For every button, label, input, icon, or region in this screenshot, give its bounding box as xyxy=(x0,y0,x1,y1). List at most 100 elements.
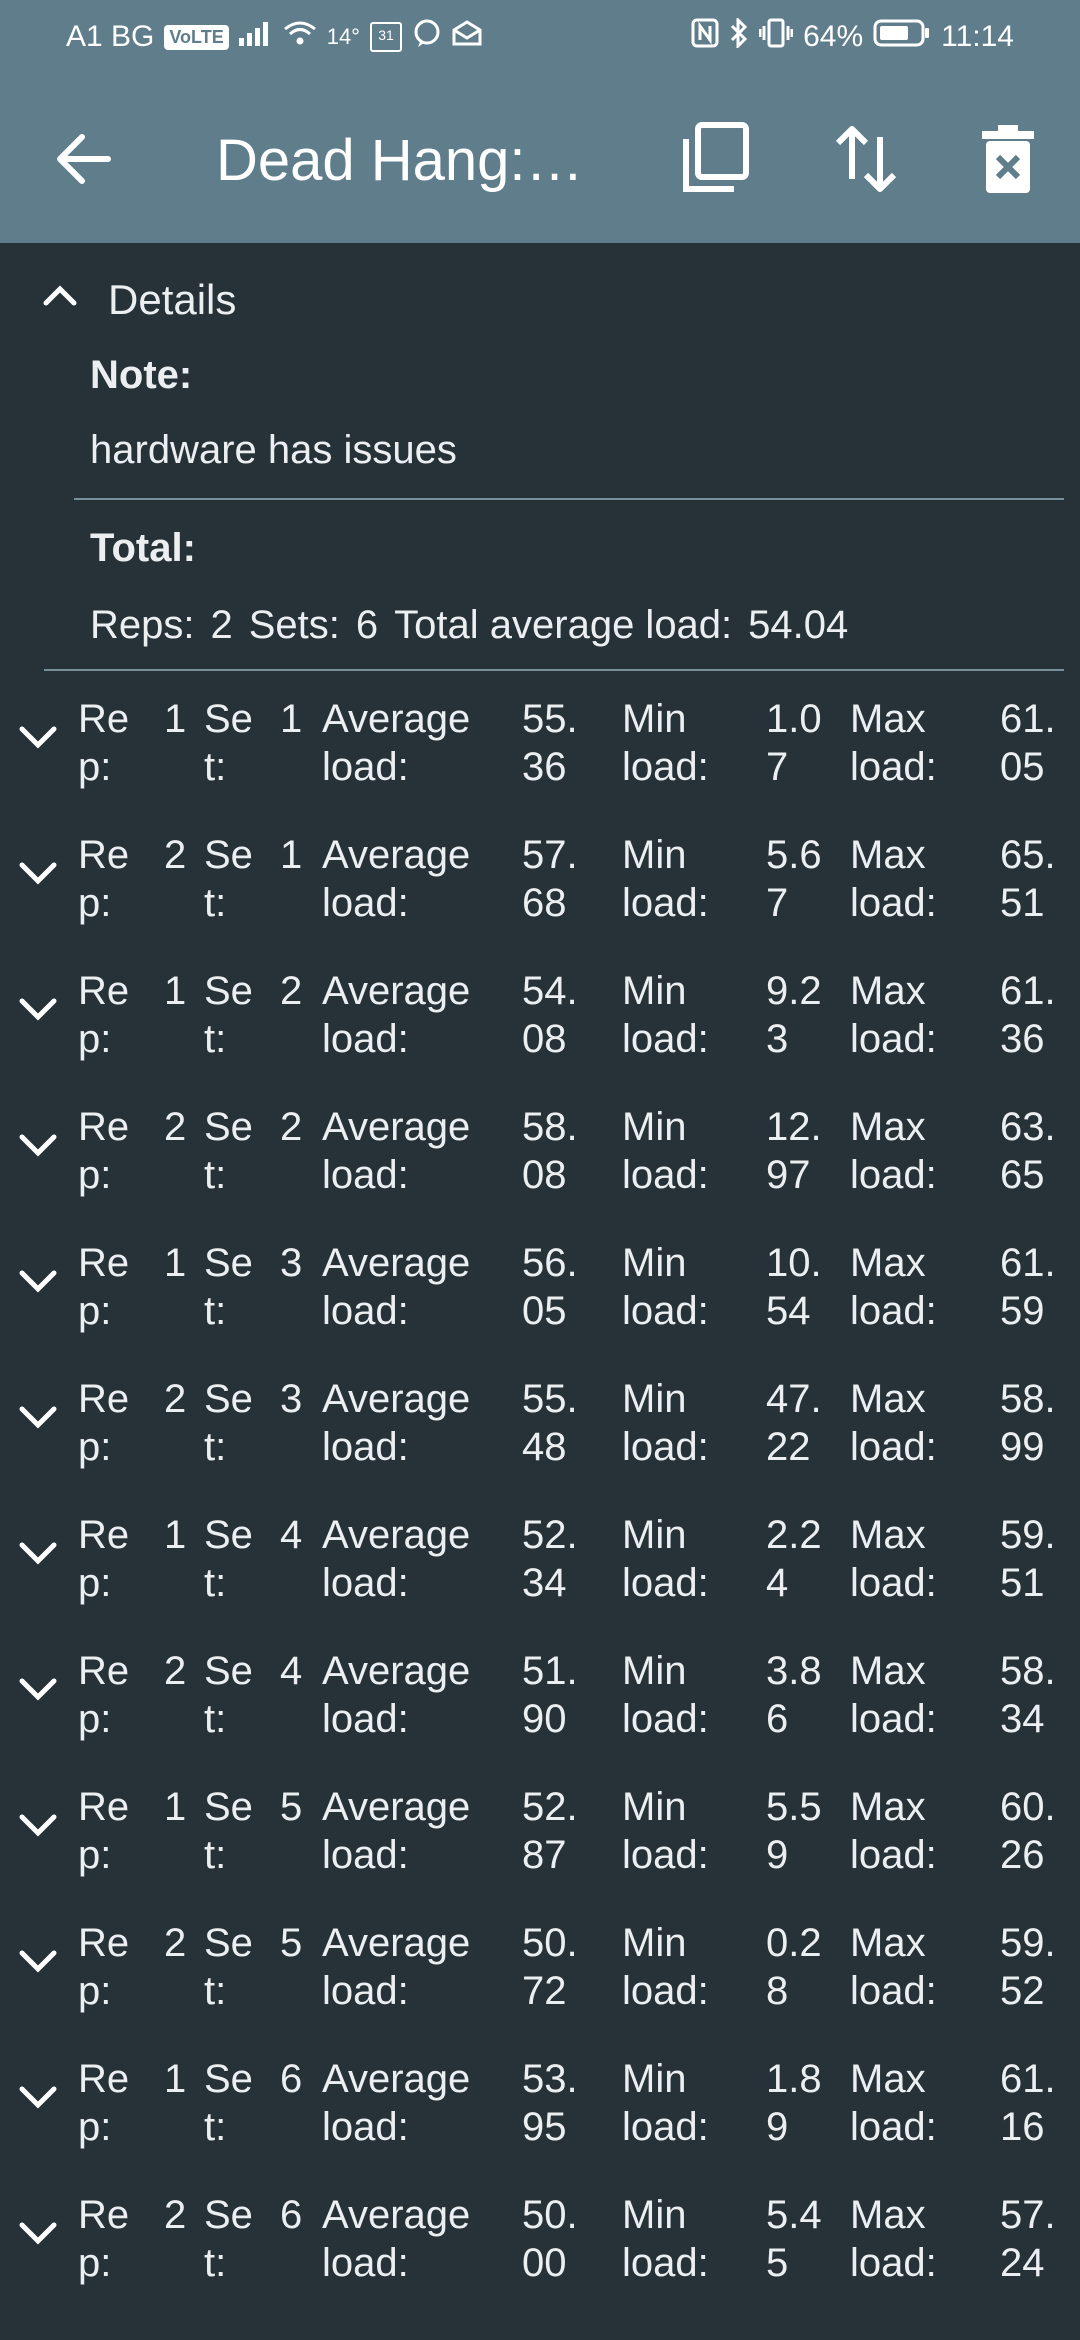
avg-load-value-line1: 52. xyxy=(522,1513,578,1557)
min-load-label: Min load: xyxy=(622,967,709,1063)
rep-row[interactable]: Re p: 1 Se t: 4 Average load: 52. 34 Min load: 2.2 4 M… xyxy=(0,1499,1080,1635)
avg-load-label-line2: load: xyxy=(322,1833,409,1877)
rep-row[interactable]: Re p: 1 Se t: 2 Average load: 54. 08 Min load: 9.2 3 M… xyxy=(0,955,1080,1091)
chevron-down-icon[interactable] xyxy=(14,1665,62,1713)
set-label: Se t: xyxy=(204,2055,253,2151)
clock: 11:14 xyxy=(941,20,1014,53)
avg-load-value: 53. 95 xyxy=(522,2055,578,2151)
max-load-label-line2: load: xyxy=(850,2241,937,2285)
avg-load-label-line1: Average xyxy=(322,2193,471,2237)
min-load-label-line2: load: xyxy=(622,745,709,789)
max-load-label-line2: load: xyxy=(850,1833,937,1877)
avg-load-value-line1: 51. xyxy=(522,1649,578,1693)
avg-load-label-line2: load: xyxy=(322,1289,409,1333)
avg-load-label: Average load: xyxy=(322,1919,470,2015)
chevron-down-icon[interactable] xyxy=(14,1937,62,1985)
min-load-label-line1: Min xyxy=(622,1921,687,1965)
avg-load-label: Average load: xyxy=(322,1239,470,1335)
min-load-label-line1: Min xyxy=(622,697,687,741)
rep-row[interactable]: Re p: 2 Se t: 3 Average load: 55. 48 Min load: 47. 22… xyxy=(0,1363,1080,1499)
status-left: A1 BG VoLTE 14° 31 xyxy=(66,18,482,56)
chevron-down-icon[interactable] xyxy=(14,1801,62,1849)
avg-load-value-line1: 50. xyxy=(522,1921,578,1965)
avg-load-label: Average load: xyxy=(322,695,470,791)
min-load-label: Min load: xyxy=(622,831,709,927)
chevron-down-icon[interactable] xyxy=(14,1257,62,1305)
chevron-down-icon[interactable] xyxy=(14,2209,62,2257)
rep-row[interactable]: Re p: 1 Se t: 6 Average load: 53. 95 Min load: 1.8 9 M… xyxy=(0,2043,1080,2179)
chevron-down-icon[interactable] xyxy=(14,985,62,1033)
max-load-value-line2: 34 xyxy=(1000,1697,1045,1741)
min-load-value-line1: 1.0 xyxy=(766,697,822,741)
avg-load-label: Average load: xyxy=(322,1647,470,1743)
min-load-value-line2: 22 xyxy=(766,1425,811,1469)
min-load-value-line1: 2.2 xyxy=(766,1513,822,1557)
max-load-label: Max load: xyxy=(850,831,937,927)
avg-load-label-line2: load: xyxy=(322,881,409,925)
avg-load-label-line1: Average xyxy=(322,697,471,741)
max-load-value: 59. 52 xyxy=(1000,1919,1056,2015)
avg-load-label-line1: Average xyxy=(322,1241,471,1285)
avg-load-label-line1: Average xyxy=(322,1377,471,1421)
rep-value: 2 xyxy=(164,2193,187,2237)
min-load-value: 5.5 9 xyxy=(766,1783,822,1879)
delete-icon[interactable] xyxy=(968,119,1048,199)
rep-row[interactable]: Re p: 2 Se t: 1 Average load: 57. 68 Min load: 5.6 7 M… xyxy=(0,819,1080,955)
avg-load-label-line1: Average xyxy=(322,1785,471,1829)
signal-icon xyxy=(238,20,273,54)
min-load-label: Min load: xyxy=(622,1375,709,1471)
rep-row[interactable]: Re p: 2 Se t: 4 Average load: 51. 90 Min load: 3.8 6 M… xyxy=(0,1635,1080,1771)
chevron-down-icon[interactable] xyxy=(14,849,62,897)
copy-icon[interactable] xyxy=(676,119,756,199)
max-load-value-line2: 24 xyxy=(1000,2241,1045,2285)
avg-load-value: 55. 48 xyxy=(522,1375,578,1471)
chevron-down-icon[interactable] xyxy=(14,1529,62,1577)
max-load-label-line2: load: xyxy=(850,745,937,789)
max-load-label-line2: load: xyxy=(850,881,937,925)
min-load-label-line2: load: xyxy=(622,2105,709,2149)
min-load-label: Min load: xyxy=(622,1919,709,2015)
set-label-line2: t: xyxy=(204,1289,227,1333)
sort-icon[interactable] xyxy=(826,119,906,199)
max-load-value: 61. 36 xyxy=(1000,967,1056,1063)
chevron-down-icon[interactable] xyxy=(14,713,62,761)
rep-row[interactable]: Re p: 2 Se t: 2 Average load: 58. 08 Min load: 12. 97… xyxy=(0,1091,1080,1227)
max-load-label: Max load: xyxy=(850,1919,937,2015)
battery-percent: 64% xyxy=(803,20,864,53)
details-toggle[interactable]: Details xyxy=(40,275,236,325)
rep-row[interactable]: Re p: 2 Se t: 5 Average load: 50. 72 Min load: 0.2 8 M… xyxy=(0,1907,1080,2043)
set-label: Se t: xyxy=(204,1919,253,2015)
min-load-value-line2: 4 xyxy=(766,1561,789,1605)
carrier-label: A1 BG xyxy=(66,20,155,53)
avg-load-label-line2: load: xyxy=(322,1969,409,2013)
max-load-label-line2: load: xyxy=(850,1017,937,1061)
max-load-value-line2: 36 xyxy=(1000,1017,1045,1061)
max-load-value: 65. 51 xyxy=(1000,831,1056,927)
rep-label-line1: Re xyxy=(78,1785,130,1829)
avg-load-label-line2: load: xyxy=(322,1561,409,1605)
chevron-down-icon[interactable] xyxy=(14,1393,62,1441)
rep-label-line2: p: xyxy=(78,2105,112,2149)
rep-row[interactable]: Re p: 1 Se t: 5 Average load: 52. 87 Min load: 5.5 9 M… xyxy=(0,1771,1080,1907)
rep-row[interactable]: Re p: 1 Se t: 3 Average load: 56. 05 Min load: 10. 54… xyxy=(0,1227,1080,1363)
min-load-label-line1: Min xyxy=(622,1377,687,1421)
chevron-down-icon[interactable] xyxy=(14,2073,62,2121)
set-label-line2: t: xyxy=(204,2105,227,2149)
rep-row[interactable]: Re p: 2 Se t: 6 Average load: 50. 00 Min load: 5.4 5 M… xyxy=(0,2179,1080,2315)
min-load-value-line2: 7 xyxy=(766,745,789,789)
set-label-line2: t: xyxy=(204,745,227,789)
avg-load-label: Average load: xyxy=(322,2055,470,2151)
back-arrow-icon[interactable] xyxy=(48,123,120,195)
max-load-label-line2: load: xyxy=(850,1289,937,1333)
max-load-label: Max load: xyxy=(850,1103,937,1199)
max-load-value-line2: 51 xyxy=(1000,881,1045,925)
min-load-label-line2: load: xyxy=(622,1697,709,1741)
rep-row[interactable]: Re p: 1 Se t: 1 Average load: 55. 36 Min load: 1.0 7 M… xyxy=(0,683,1080,819)
max-load-value: 61. 16 xyxy=(1000,2055,1056,2151)
note-field[interactable]: hardware has issues xyxy=(90,428,457,473)
avg-load-value: 56. 05 xyxy=(522,1239,578,1335)
min-load-value: 10. 54 xyxy=(766,1239,822,1335)
chevron-down-icon[interactable] xyxy=(14,1121,62,1169)
set-label-line1: Se xyxy=(204,969,253,1013)
rep-label-line1: Re xyxy=(78,1105,130,1149)
